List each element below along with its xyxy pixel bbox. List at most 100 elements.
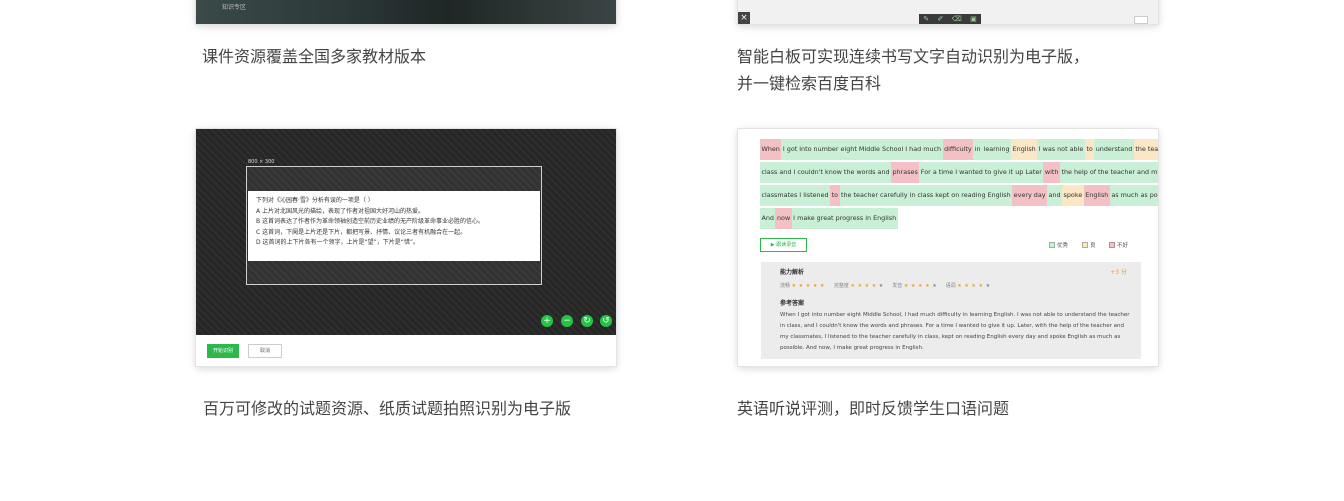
passage-segment: English <box>1083 185 1110 206</box>
legend-poor: 不好 <box>1109 241 1128 249</box>
legend-label: 优秀 <box>1057 243 1069 249</box>
star-icon: ★ <box>798 283 806 289</box>
rotate-right-icon[interactable]: ↻ <box>581 315 593 327</box>
passage-segment: in <box>973 139 983 160</box>
camera-stage: 800 × 300 下列对《沁园春·雪》分析有误的一项是（ ） A 上片对北国风… <box>196 129 616 335</box>
crop-size-label: 800 × 300 <box>248 159 275 165</box>
rating-group: 语调 ★ ★ ★ ★ ★ <box>946 282 990 289</box>
star-icon: ★ <box>971 283 979 289</box>
rating-group: 发音 ★ ★ ★ ★ ★ <box>892 282 936 289</box>
courseware-caption: 课件资源覆盖全国多家教材版本 <box>202 47 427 66</box>
crop-bottom-band <box>247 261 541 285</box>
score-badge: +3 分 <box>1110 269 1127 276</box>
passage-segment: phrases <box>891 162 920 183</box>
star-icon: ★ <box>910 283 919 289</box>
star-icon: ★ <box>985 283 991 289</box>
question-line: C 这首词，下阕是上片还是下片，都把写景、抒情、议论三者有机融合在一起。 <box>256 228 467 236</box>
zoom-in-icon[interactable]: + <box>541 315 553 327</box>
star-icon: ★ <box>864 283 872 289</box>
passage-segment: I make great progress in English <box>791 208 898 229</box>
courseware-preview-card: 知识专区 <box>196 0 616 24</box>
passage-segment: now <box>775 208 792 229</box>
question-line: D 这首词的上下片各有一个领字，上片是“望”，下片是“惜”。 <box>256 239 419 246</box>
star-icon: ★ <box>857 283 865 289</box>
passage-segment: spoke <box>1062 185 1084 206</box>
passage-segment: classmates I listened <box>760 185 831 206</box>
passage-segment: I was not able <box>1037 139 1085 160</box>
rating-group: 流畅 ★ ★ ★ ★ ★ <box>780 282 825 289</box>
passage-segment: the teacher <box>1133 139 1158 160</box>
speaking-evaluation-card: When I got into number eight Middle Schoo… <box>738 129 1158 366</box>
passage-line: class and I couldn't know the words and p… <box>760 162 1158 183</box>
passage-line: And now I make great progress in English <box>760 208 1134 229</box>
rating-label: 流畅 <box>780 283 792 289</box>
crop-frame[interactable]: 下列对《沁园春·雪》分析有误的一项是（ ） A 上片对北国风光的描绘，表现了作者… <box>246 166 542 285</box>
passage-segment: For a time I wanted to give it up Later <box>919 162 1044 183</box>
star-icon: ★ <box>791 283 799 289</box>
star-icon: ★ <box>932 283 937 289</box>
passage-segment: every day <box>1012 185 1048 206</box>
reference-title: 参考答案 <box>780 300 805 307</box>
evaluated-passage: When I got into number eight Middle Schoo… <box>760 139 1158 231</box>
photo-recognition-caption: 百万可修改的试题资源、纸质试题拍照识别为电子版 <box>203 399 572 418</box>
passage-segment: and <box>1047 185 1063 206</box>
pencil-icon[interactable]: ✐ <box>938 14 944 24</box>
question-sheet: 下列对《沁园春·雪》分析有误的一项是（ ） A 上片对北国风光的描绘，表现了作者… <box>248 191 540 261</box>
whiteboard-preview-card: × ✎ ✐ ⌫ ▣ <box>738 0 1158 24</box>
follow-read-button[interactable]: ▶ 跟读录音 <box>760 238 807 252</box>
recognition-footer: 开始识别 取消 <box>196 335 616 366</box>
passage-line: classmates I listened to the teacher caref… <box>760 185 1158 206</box>
rotate-left-icon[interactable]: ↺ <box>600 315 612 327</box>
star-icon: ★ <box>903 283 911 289</box>
star-icon: ★ <box>878 283 884 289</box>
eraser-icon[interactable]: ⌫ <box>952 14 962 24</box>
rating-row: 流畅 ★ ★ ★ ★ ★ 完整度 ★ ★ ★ ★ ★ 发音 ★ ★ ★ ★ ★ … <box>780 282 999 289</box>
legend-excellent: 优秀 <box>1049 241 1068 249</box>
star-icon: ★ <box>871 283 879 289</box>
legend-label: 良 <box>1090 243 1096 249</box>
passage-segment: learning <box>982 139 1012 160</box>
passage-segment: difficulty <box>942 139 974 160</box>
courseware-label: 知识专区 <box>222 4 247 11</box>
cancel-button[interactable]: 取消 <box>248 344 282 358</box>
screen-icon[interactable]: ▣ <box>970 14 977 24</box>
star-icon: ★ <box>819 283 825 289</box>
analysis-panel: 能力解析 +3 分 流畅 ★ ★ ★ ★ ★ 完整度 ★ ★ ★ ★ ★ 发音 … <box>761 262 1141 359</box>
rating-group: 完整度 ★ ★ ★ ★ ★ <box>834 282 883 289</box>
passage-segment: the teacher carefully in class kept on r… <box>839 185 1013 206</box>
analysis-title: 能力解析 <box>780 269 805 276</box>
whiteboard-toolbar: ✎ ✐ ⌫ ▣ <box>919 14 981 24</box>
speaking-caption: 英语听说评测，即时反馈学生口语问题 <box>737 399 1010 418</box>
passage-segment: with <box>1043 162 1060 183</box>
passage-segment: as much as possible <box>1109 185 1158 206</box>
legend-swatch-poor <box>1109 242 1115 248</box>
passage-segment: to <box>830 185 840 206</box>
rating-label: 发音 <box>892 283 904 289</box>
star-icon: ★ <box>805 283 813 289</box>
star-icon: ★ <box>978 283 986 289</box>
question-line: B 这首词表达了作者作为革命领袖创造空前历史业绩的无产阶级革命事业必胜的信心。 <box>256 218 485 225</box>
legend-label: 不好 <box>1117 243 1129 249</box>
legend-good: 良 <box>1082 241 1096 249</box>
passage-segment: understand <box>1094 139 1134 160</box>
zoom-out-icon[interactable]: − <box>561 315 573 327</box>
question-line: A 上片对北国风光的描绘，表现了作者对祖国大好河山的热爱。 <box>256 207 425 215</box>
whiteboard-caption: 智能白板可实现连续书写文字自动识别为电子版， 并一键检索百度百科 <box>737 43 1089 97</box>
passage-segment: the help of the teacher and my <box>1059 162 1158 183</box>
passage-line: When I got into number eight Middle Schoo… <box>760 139 1158 160</box>
rating-label: 语调 <box>945 283 958 289</box>
pen-icon[interactable]: ✎ <box>923 14 929 24</box>
rating-label: 完整度 <box>833 283 851 289</box>
passage-segment: class and I couldn't know the words and <box>760 162 892 183</box>
passage-segment: English <box>1011 139 1038 160</box>
question-line: 下列对《沁园春·雪》分析有误的一项是（ ） <box>256 197 374 204</box>
passage-segment: And <box>760 208 776 229</box>
close-icon[interactable]: × <box>738 12 750 24</box>
crop-top-band <box>247 167 541 191</box>
reference-text: When I got into number eight Middle Scho… <box>780 312 1130 351</box>
start-recognition-button[interactable]: 开始识别 <box>207 344 239 358</box>
passage-segment: I got into number eight Middle School I … <box>781 139 943 160</box>
legend-swatch-excellent <box>1049 242 1055 248</box>
legend-swatch-good <box>1082 242 1088 248</box>
whiteboard-corner-box <box>1134 16 1148 24</box>
